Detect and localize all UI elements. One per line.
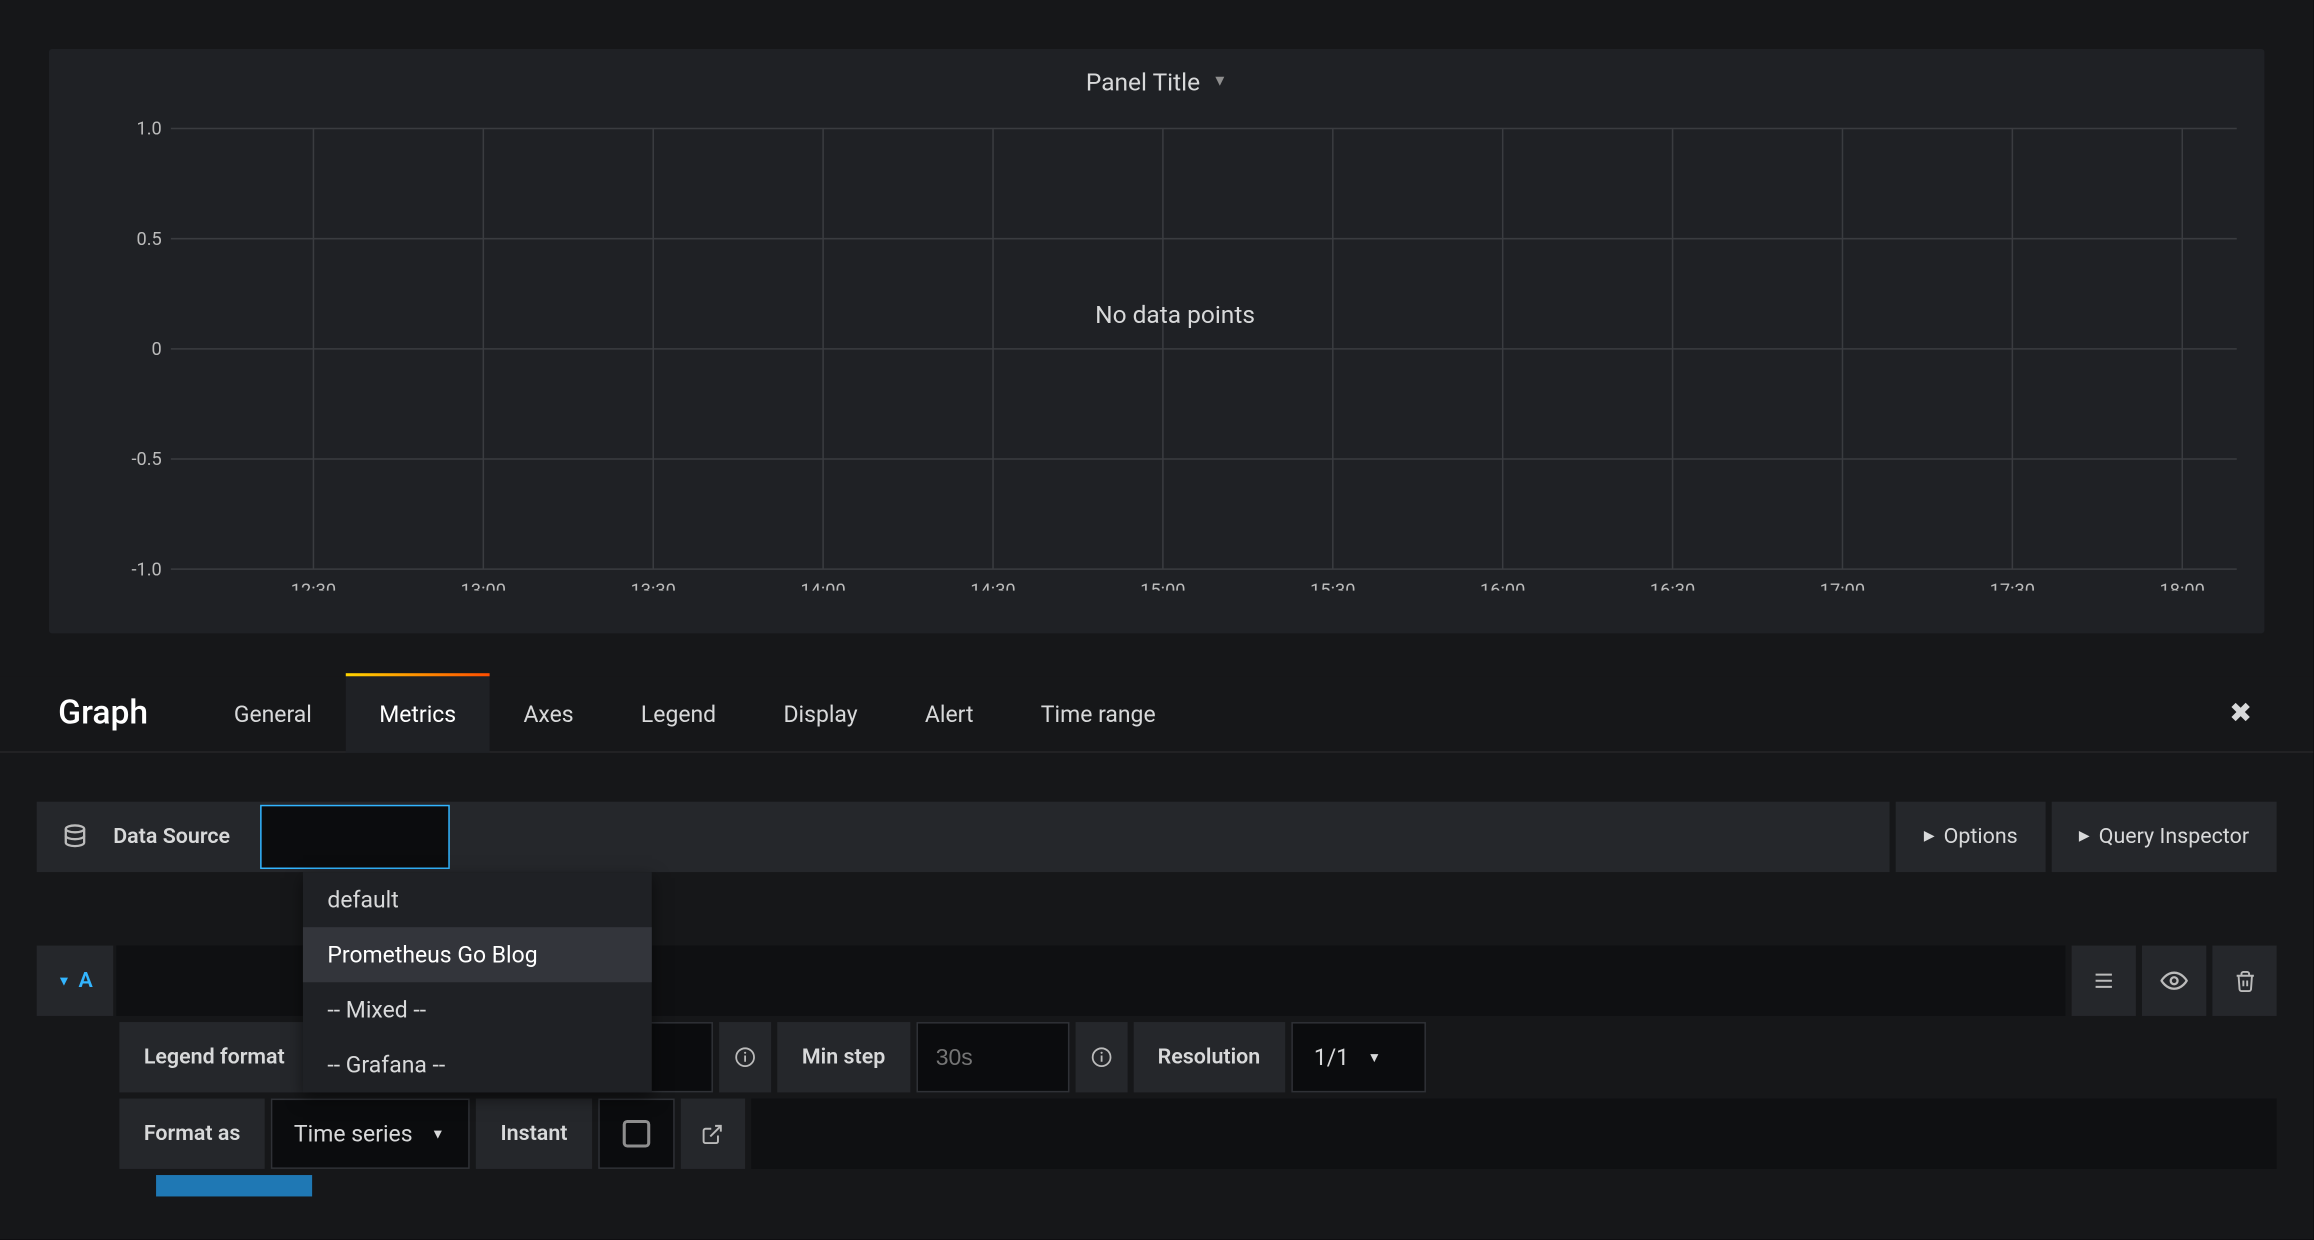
tab-axes[interactable]: Axes [490, 675, 607, 752]
query-inspector-label: Query Inspector [2099, 825, 2249, 849]
x-tick: 17:00 [1820, 581, 1865, 591]
y-tick: -1.0 [131, 559, 161, 580]
datasource-row: Data Source default Prometheus Go Blog -… [37, 802, 2277, 872]
x-tick: 15:00 [1140, 581, 1185, 591]
instant-checkbox[interactable] [598, 1099, 675, 1169]
min-step-input[interactable] [916, 1022, 1069, 1092]
caret-down-icon: ▼ [57, 972, 71, 989]
datasource-dropdown: default Prometheus Go Blog -- Mixed -- -… [303, 872, 652, 1092]
datasource-left: Data Source default Prometheus Go Blog -… [37, 802, 1890, 872]
format-as-label: Format as [119, 1099, 265, 1169]
x-tick: 17:30 [1990, 581, 2035, 591]
info-icon[interactable] [719, 1022, 771, 1092]
add-query-button[interactable] [156, 1175, 312, 1196]
datasource-option-mixed[interactable]: -- Mixed -- [303, 982, 652, 1037]
options-button[interactable]: ▶ Options [1896, 802, 2045, 872]
share-icon[interactable] [681, 1099, 745, 1169]
no-data-message: No data points [113, 300, 2237, 329]
datasource-label: Data Source [113, 825, 257, 849]
query-format-row: Format as Time series ▼ Instant [119, 1099, 2276, 1169]
query-letter: A [78, 968, 92, 992]
caret-down-icon: ▼ [431, 1125, 445, 1142]
panel-title-text: Panel Title [1086, 67, 1200, 96]
datasource-input[interactable] [261, 805, 451, 869]
caret-right-icon: ▶ [1924, 829, 1935, 844]
chevron-down-icon: ▼ [1212, 73, 1227, 90]
editor-tabbar: Graph General Metrics Axes Legend Displa… [0, 676, 2313, 753]
trash-icon[interactable] [2212, 946, 2276, 1016]
caret-right-icon: ▶ [2079, 829, 2090, 844]
y-tick: 1.0 [137, 119, 162, 140]
chart-panel: Panel Title ▼ [49, 49, 2264, 633]
y-tick: -0.5 [131, 449, 161, 470]
caret-down-icon: ▼ [1367, 1049, 1381, 1066]
tab-alert[interactable]: Alert [891, 675, 1007, 752]
x-tick: 14:30 [970, 581, 1015, 591]
query-toggle-a[interactable]: ▼ A [37, 946, 114, 1016]
x-tick: 14:00 [800, 581, 845, 591]
y-tick: 0.5 [137, 229, 162, 250]
x-tick: 16:30 [1650, 581, 1695, 591]
menu-icon[interactable] [2072, 946, 2136, 1016]
x-tick: 18:00 [2160, 581, 2205, 591]
resolution-select[interactable]: 1/1 ▼ [1291, 1022, 1426, 1092]
format-as-select[interactable]: Time series ▼ [271, 1099, 470, 1169]
query-inspector-button[interactable]: ▶ Query Inspector [2051, 802, 2276, 872]
resolution-label: Resolution [1133, 1022, 1285, 1092]
y-tick: 0 [152, 339, 162, 360]
x-tick: 16:00 [1480, 581, 1525, 591]
tab-time-range[interactable]: Time range [1007, 675, 1189, 752]
legend-format-label: Legend format [119, 1022, 309, 1092]
eye-icon[interactable] [2142, 946, 2206, 1016]
format-as-value: Time series [294, 1120, 413, 1148]
x-tick: 12:30 [291, 581, 336, 591]
info-icon[interactable] [1075, 1022, 1127, 1092]
tab-legend[interactable]: Legend [607, 675, 750, 752]
chart-area: 1.0 0.5 0 -0.5 -1.0 12:30 13:00 13:30 14… [113, 116, 2237, 590]
min-step-label: Min step [777, 1022, 909, 1092]
datasource-option-grafana[interactable]: -- Grafana -- [303, 1037, 652, 1092]
x-tick: 13:00 [461, 581, 506, 591]
resolution-value: 1/1 [1314, 1043, 1349, 1071]
tab-metrics[interactable]: Metrics [346, 675, 490, 752]
x-tick: 15:30 [1310, 581, 1355, 591]
checkbox-icon [623, 1120, 651, 1148]
database-icon [37, 823, 114, 851]
close-icon[interactable]: ✖ [2229, 698, 2252, 730]
tab-display[interactable]: Display [750, 675, 891, 752]
editor-heading: Graph [0, 695, 200, 733]
datasource-option-prometheus[interactable]: Prometheus Go Blog [303, 927, 652, 982]
instant-label: Instant [476, 1099, 592, 1169]
x-tick: 13:30 [631, 581, 676, 591]
panel-title[interactable]: Panel Title ▼ [49, 49, 2264, 96]
query-spacer [751, 1099, 2277, 1169]
datasource-option-default[interactable]: default [303, 872, 652, 927]
options-button-label: Options [1944, 825, 2018, 849]
tab-general[interactable]: General [200, 675, 345, 752]
